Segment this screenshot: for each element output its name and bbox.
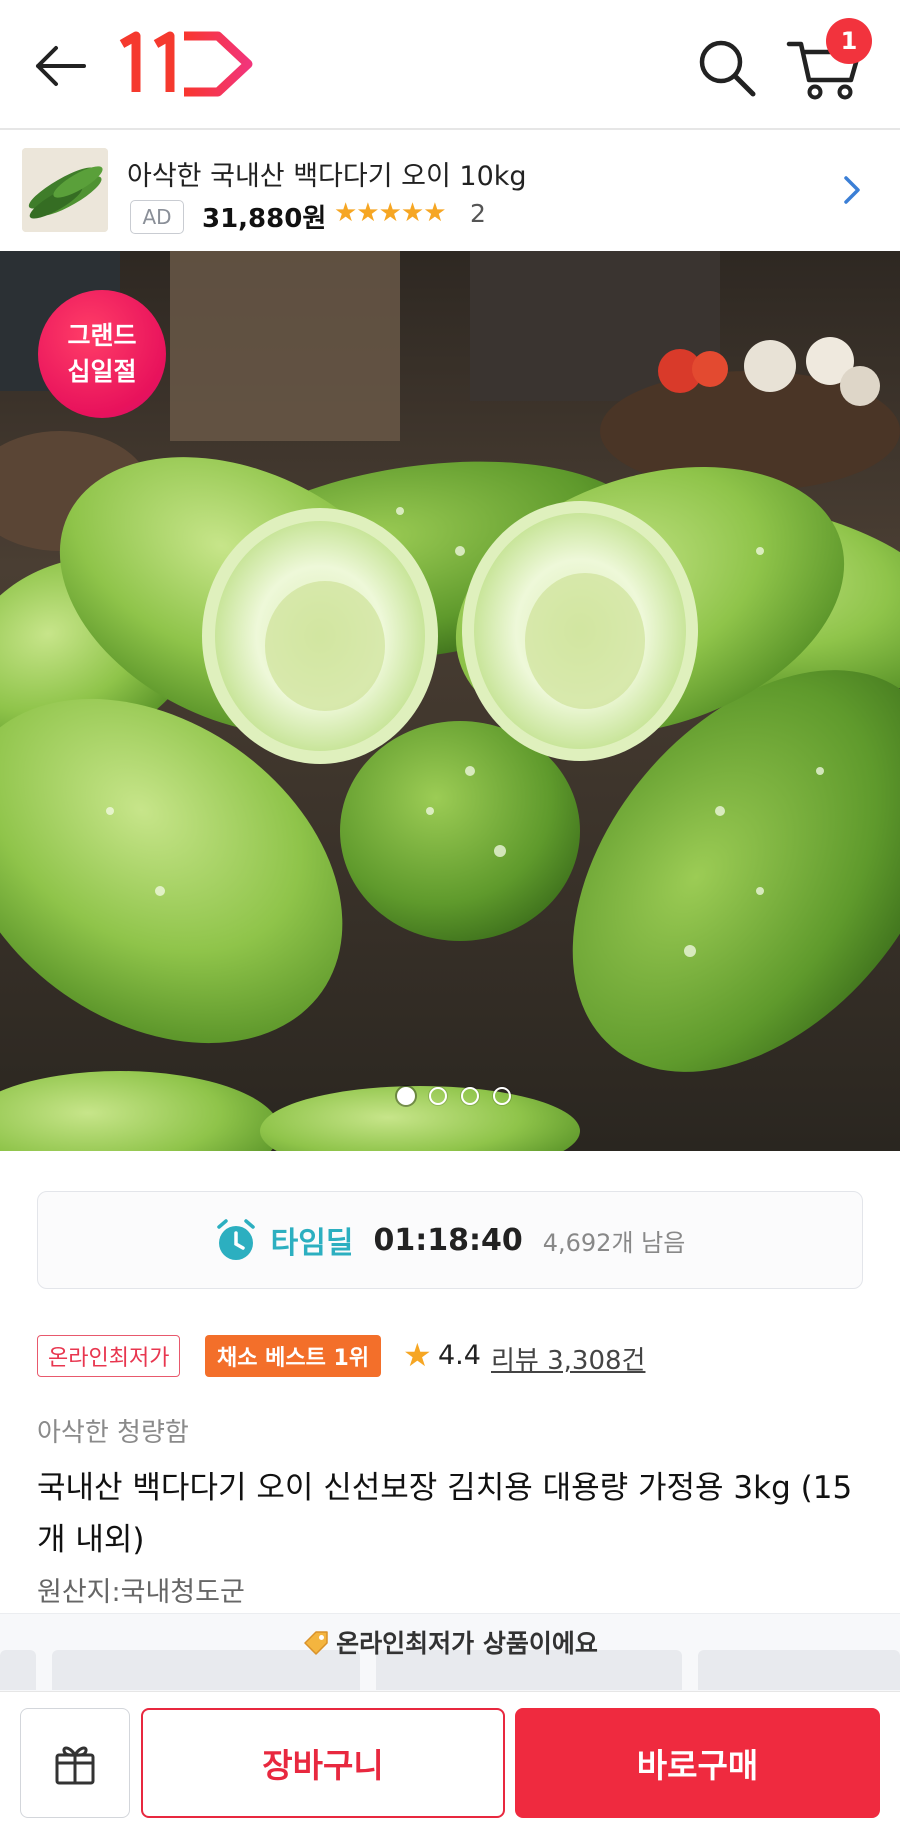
star-icon: ★	[403, 1336, 432, 1374]
arrow-left-icon	[36, 46, 86, 86]
badge-line-2: 십일절	[67, 357, 137, 386]
lowest-price-notice: 온라인최저가 상품이에요	[0, 1624, 900, 1660]
buy-now-button[interactable]: 바로구매	[515, 1708, 880, 1818]
add-to-cart-button[interactable]: 장바구니	[141, 1708, 505, 1818]
product-subtitle: 아삭한 청량함	[37, 1418, 189, 1448]
time-deal-countdown: 01:18:40	[373, 1222, 523, 1258]
lowest-price-badge: 온라인최저가	[37, 1335, 181, 1377]
review-count-link[interactable]: 리뷰 3,308건	[491, 1340, 645, 1377]
ad-price: 31,880원	[202, 204, 327, 234]
time-deal-remaining: 4,692개 남음	[542, 1228, 686, 1257]
cart-count-badge: 1	[826, 18, 872, 64]
grand-11-day-badge: 그랜드 십일절	[38, 290, 166, 418]
ad-banner[interactable]: 아삭한 국내산 백다다기 오이 10kg AD 31,880원 ★★★★★ 2	[0, 132, 900, 250]
carousel-pagination	[397, 1087, 511, 1105]
time-deal-box: 타임딜 01:18:40 4,692개 남음	[37, 1191, 863, 1289]
carousel-dot-4[interactable]	[493, 1087, 511, 1105]
ad-review-count: 2	[470, 199, 486, 228]
product-title: 국내산 백다다기 오이 신선보장 김치용 대용량 가정용 3kg (15개 내외…	[37, 1470, 853, 1558]
ad-star-rating: ★★★★★	[334, 198, 447, 228]
ad-product-title: 아삭한 국내산 백다다기 오이 10kg	[127, 161, 527, 192]
top-header	[0, 0, 900, 130]
gift-button[interactable]	[20, 1708, 130, 1818]
back-button[interactable]	[30, 40, 90, 92]
alarm-clock-icon	[216, 1219, 255, 1260]
gift-icon	[55, 1746, 95, 1785]
price-tag-icon	[304, 1631, 328, 1655]
time-deal-label: 타임딜	[270, 1226, 354, 1261]
rating-value: 4.4	[438, 1340, 481, 1371]
carousel-dot-1[interactable]	[397, 1087, 415, 1105]
ad-product-thumbnail	[22, 148, 108, 232]
carousel-dot-2[interactable]	[429, 1087, 447, 1105]
lowest-price-notice-text: 온라인최저가 상품이에요	[336, 1629, 598, 1658]
best-rank-badge: 채소 베스트 1위	[205, 1335, 382, 1377]
product-origin: 원산지:국내청도군	[37, 1577, 245, 1608]
search-icon	[699, 40, 756, 97]
badge-line-1: 그랜드	[67, 321, 137, 350]
carousel-dot-3[interactable]	[461, 1087, 479, 1105]
chevron-right-icon[interactable]	[838, 170, 866, 210]
eleven-street-logo[interactable]	[118, 30, 258, 100]
search-button[interactable]	[695, 36, 759, 100]
ad-label: AD	[130, 200, 184, 234]
